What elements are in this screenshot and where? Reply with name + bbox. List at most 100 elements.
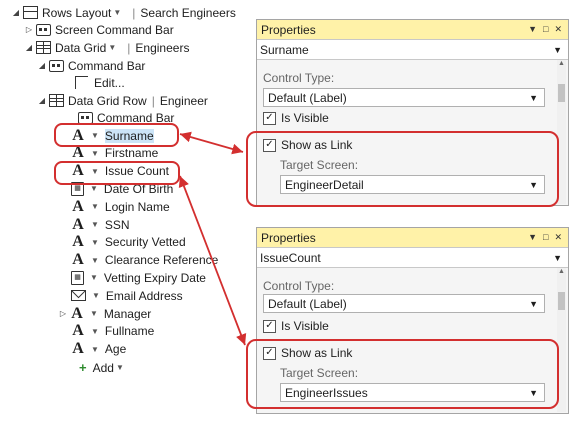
- scroll-thumb[interactable]: [558, 292, 565, 310]
- field-row[interactable]: A ▼ Security Vetted: [71, 233, 185, 251]
- chevron-down-icon[interactable]: ▼: [91, 345, 99, 354]
- field-row[interactable]: A ▼ Login Name: [71, 198, 170, 215]
- command-bar-icon: [36, 23, 51, 36]
- maximize-icon[interactable]: □: [543, 24, 548, 35]
- field-row[interactable]: A ▼ Age: [71, 340, 126, 358]
- chevron-down-icon[interactable]: ▼: [91, 327, 99, 336]
- separator: |: [132, 5, 136, 20]
- collapse-arrow-icon[interactable]: ◢: [38, 61, 46, 70]
- chevron-down-icon[interactable]: ▼: [91, 220, 99, 229]
- field-row[interactable]: A ▼ Issue Count: [71, 162, 169, 180]
- chevron-down-icon[interactable]: ▼: [553, 45, 562, 55]
- chevron-down-icon: ▼: [529, 179, 538, 190]
- scroll-thumb[interactable]: [558, 84, 565, 102]
- properties-panel-surname: Properties ▼ □ ✕ Surname ▼ Control Type:…: [256, 19, 569, 206]
- check-icon[interactable]: ✓: [263, 319, 276, 333]
- is-visible-checkbox[interactable]: ✓ Is Visible: [263, 319, 329, 333]
- close-icon[interactable]: ✕: [554, 232, 562, 243]
- control-type-value: Default (Label): [268, 90, 347, 105]
- tree-data-grid[interactable]: ◢ Data Grid ▼ | Engineers: [25, 39, 190, 56]
- maximize-icon[interactable]: □: [543, 232, 548, 243]
- collapse-arrow-icon[interactable]: ◢: [38, 96, 46, 105]
- chevron-down-icon[interactable]: ▼: [91, 256, 99, 265]
- tree-root-label: Rows Layout: [42, 5, 112, 20]
- panel-scrollbar[interactable]: ▲: [557, 60, 566, 204]
- label-icon: A: [71, 304, 83, 322]
- chevron-down-icon[interactable]: ▼: [528, 24, 537, 35]
- expand-arrow-icon[interactable]: ▷: [25, 25, 33, 34]
- date-picker-icon: ▦: [71, 270, 84, 285]
- chevron-down-icon[interactable]: ▼: [528, 232, 537, 243]
- tree-row-command-bar[interactable]: Command Bar: [78, 109, 174, 126]
- control-type-dropdown[interactable]: Default (Label) ▼: [263, 88, 545, 107]
- chevron-down-icon[interactable]: ▼: [91, 238, 99, 247]
- object-selector[interactable]: Surname ▼: [257, 40, 568, 60]
- label-icon: A: [72, 162, 84, 180]
- check-icon[interactable]: ✓: [263, 346, 276, 360]
- field-label: Surname: [104, 128, 154, 143]
- panel-title: Properties: [261, 230, 316, 245]
- target-screen-dropdown[interactable]: EngineerDetail ▼: [280, 175, 545, 194]
- chevron-down-icon[interactable]: ▼: [91, 131, 99, 140]
- chevron-down-icon[interactable]: ▼: [91, 167, 99, 176]
- expand-arrow-icon[interactable]: ▷: [59, 309, 67, 318]
- target-screen-dropdown[interactable]: EngineerIssues ▼: [280, 383, 545, 402]
- tree-data-grid-row[interactable]: ◢ Data Grid Row | Engineer: [38, 92, 208, 109]
- field-row[interactable]: A ▼ Fullname: [71, 322, 155, 340]
- scroll-up-icon[interactable]: ▲: [557, 268, 566, 278]
- label-icon: A: [72, 251, 84, 269]
- tree-add[interactable]: + Add ▼: [79, 359, 130, 376]
- field-label: Fullname: [104, 324, 155, 339]
- object-selector[interactable]: IssueCount ▼: [257, 248, 568, 268]
- show-as-link-checkbox[interactable]: ✓ Show as Link: [263, 346, 352, 360]
- collapse-arrow-icon[interactable]: ◢: [25, 43, 33, 52]
- field-label: Login Name: [104, 199, 170, 214]
- field-label: Clearance Reference: [104, 253, 219, 268]
- chevron-down-icon[interactable]: ▼: [90, 184, 98, 193]
- tree-screen-command-bar[interactable]: ▷ Screen Command Bar: [25, 21, 174, 38]
- field-row[interactable]: A ▼ Firstname: [71, 144, 158, 162]
- panel-scrollbar[interactable]: ▲: [557, 268, 566, 412]
- target-screen-value: EngineerDetail: [285, 177, 364, 192]
- add-label: Add: [92, 360, 114, 375]
- field-row[interactable]: A ▼ Clearance Reference: [71, 251, 219, 269]
- field-row[interactable]: ▼ Email Address: [71, 287, 183, 304]
- label-icon: A: [72, 340, 84, 358]
- chevron-down-icon[interactable]: ▼: [108, 43, 116, 52]
- field-label: Date Of Birth: [103, 181, 174, 196]
- chevron-down-icon[interactable]: ▼: [90, 309, 98, 318]
- control-type-dropdown[interactable]: Default (Label) ▼: [263, 294, 545, 313]
- field-row[interactable]: A ▼ SSN: [71, 215, 129, 233]
- field-row[interactable]: ▷ A ▼ Manager: [59, 305, 151, 322]
- field-row[interactable]: ▦ ▼ Vetting Expiry Date: [71, 269, 206, 286]
- close-icon[interactable]: ✕: [554, 24, 562, 35]
- chevron-down-icon[interactable]: ▼: [116, 363, 124, 372]
- tree-edit[interactable]: Edit...: [75, 74, 125, 91]
- chevron-down-icon[interactable]: ▼: [92, 291, 100, 300]
- show-as-link-checkbox[interactable]: ✓ Show as Link: [263, 138, 352, 152]
- label-icon: A: [72, 215, 84, 233]
- tree-command-bar[interactable]: ◢ Command Bar: [38, 57, 145, 74]
- is-visible-label: Is Visible: [281, 111, 329, 125]
- check-icon[interactable]: ✓: [263, 111, 276, 125]
- chevron-down-icon[interactable]: ▼: [90, 273, 98, 282]
- check-icon[interactable]: ✓: [263, 138, 276, 152]
- tree-item-label: Screen Command Bar: [55, 22, 174, 37]
- field-label: Email Address: [105, 288, 183, 303]
- target-screen-value: EngineerIssues: [285, 385, 368, 400]
- is-visible-checkbox[interactable]: ✓ Is Visible: [263, 111, 329, 125]
- chevron-down-icon[interactable]: ▼: [553, 253, 562, 263]
- field-row[interactable]: A ▼ Surname: [71, 127, 154, 144]
- chevron-down-icon[interactable]: ▼: [91, 202, 99, 211]
- chevron-down-icon[interactable]: ▼: [91, 149, 99, 158]
- collapse-arrow-icon[interactable]: ◢: [12, 8, 20, 17]
- field-label: Issue Count: [104, 164, 169, 179]
- field-row[interactable]: ▦ ▼ Date Of Birth: [71, 180, 173, 197]
- chevron-down-icon[interactable]: ▼: [113, 8, 121, 17]
- scroll-up-icon[interactable]: ▲: [557, 60, 566, 70]
- target-screen-label: Target Screen:: [280, 366, 359, 380]
- panel-title-bar: Properties ▼ □ ✕: [257, 228, 568, 248]
- tree-root[interactable]: ◢ Rows Layout ▼ | Search Engineers: [12, 4, 236, 21]
- plus-icon: +: [79, 360, 87, 375]
- data-grid-icon: [36, 41, 51, 54]
